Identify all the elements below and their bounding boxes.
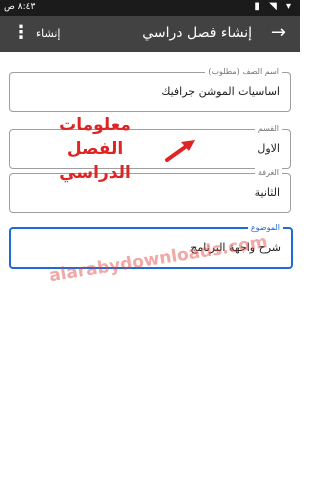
create-button[interactable]: إنشاء <box>36 27 60 40</box>
room-value[interactable]: الثانية <box>255 186 280 199</box>
annotation-line-1: معلومات <box>59 115 131 135</box>
status-icons: ▮ ◥ ▾ <box>254 1 294 12</box>
room-label: الغرفة <box>254 167 282 179</box>
class-name-field[interactable]: اسم الصف (مطلوب) اساسيات الموشن جرافيك <box>9 66 291 112</box>
app-bar: ⋮ إنشاء إنشاء فصل دراسي → <box>0 16 300 52</box>
status-time: ٨:٤٣ ص <box>4 2 36 12</box>
annotation-arrow-icon <box>165 140 195 162</box>
back-arrow-icon[interactable]: → <box>271 22 286 43</box>
annotation-text: معلومات الفصل الدراسي <box>35 113 155 185</box>
annotation-line-2: الفصل الدراسي <box>59 139 131 183</box>
class-name-label: اسم الصف (مطلوب) <box>205 66 282 78</box>
overflow-menu-icon[interactable]: ⋮ <box>12 22 30 43</box>
page-title: إنشاء فصل دراسي <box>142 25 252 41</box>
status-bar: ٨:٤٣ ص ▮ ◥ ▾ <box>0 0 300 16</box>
section-value[interactable]: الاول <box>257 142 280 155</box>
class-name-value[interactable]: اساسيات الموشن جرافيك <box>161 85 280 98</box>
section-label: القسم <box>254 123 282 135</box>
